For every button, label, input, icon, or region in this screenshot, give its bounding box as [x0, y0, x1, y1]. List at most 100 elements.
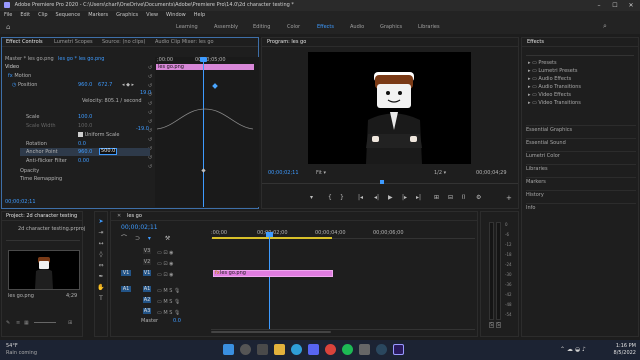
- close-icon[interactable]: ✕: [624, 0, 638, 11]
- timeline-timecode[interactable]: 00;00;02;11: [121, 224, 158, 231]
- opacity-label[interactable]: Opacity: [20, 168, 39, 175]
- panel-history[interactable]: History: [526, 190, 636, 199]
- lock-icon[interactable]: ▭ ⊡ ◉: [157, 270, 173, 281]
- tab-lumetri-scopes[interactable]: Lumetri Scopes: [54, 38, 93, 47]
- antiflicker-value[interactable]: 0.00: [78, 158, 89, 165]
- scale-value[interactable]: 100.0: [78, 114, 92, 121]
- discord-icon[interactable]: [308, 344, 319, 355]
- workspace-color[interactable]: Color: [287, 23, 300, 31]
- zoom-slider[interactable]: [34, 322, 56, 323]
- clock[interactable]: 1:16 PM 8/5/2022: [606, 343, 636, 357]
- resolution-select[interactable]: 1/2 ▾: [434, 170, 446, 177]
- menu-sequence[interactable]: Sequence: [52, 11, 85, 20]
- linked-icon[interactable]: ⊃: [135, 235, 140, 242]
- task-view-icon[interactable]: [257, 344, 268, 355]
- add-button-icon[interactable]: +: [506, 194, 512, 202]
- effects-video-transitions[interactable]: ▸ ▭ Video Transitions: [528, 100, 581, 107]
- steam-icon[interactable]: [376, 344, 387, 355]
- pen-icon[interactable]: ✒: [95, 273, 107, 280]
- program-playhead[interactable]: [380, 180, 384, 184]
- mute-solo-icon[interactable]: ▭ M S 🎙: [157, 297, 180, 308]
- track-a3[interactable]: A3: [143, 308, 151, 314]
- source-a1[interactable]: A1: [121, 286, 131, 292]
- fx-motion[interactable]: fx Motion: [8, 73, 31, 80]
- marker-icon[interactable]: ▾: [310, 194, 313, 201]
- lock-icon[interactable]: ▭ ⊡ ◉: [157, 259, 173, 270]
- menu-view[interactable]: View: [142, 11, 162, 20]
- menu-clip[interactable]: Clip: [34, 11, 51, 20]
- timeline-ruler[interactable]: :00;00 00;00;02;00 00;00;04;00 00;00;06;…: [211, 225, 475, 239]
- scroll-handle[interactable]: [211, 331, 331, 333]
- weather-widget[interactable]: 54°F Rain coming: [6, 343, 37, 357]
- position-y-value[interactable]: 672.7: [98, 82, 112, 89]
- solo-right-button[interactable]: S: [496, 322, 501, 328]
- project-search[interactable]: [6, 235, 80, 241]
- icon-view-icon[interactable]: ▦: [24, 320, 29, 326]
- program-timecode[interactable]: 00;00;02;11: [268, 170, 299, 177]
- step-forward-icon[interactable]: |▸: [402, 194, 407, 201]
- premiere-icon[interactable]: [393, 344, 404, 355]
- tab-effect-controls[interactable]: Effect Controls: [6, 38, 43, 47]
- go-to-out-icon[interactable]: ▸|: [416, 194, 421, 201]
- menu-file[interactable]: File: [0, 11, 16, 20]
- workspace-audio[interactable]: Audio: [350, 23, 364, 31]
- track-v2[interactable]: V2: [143, 259, 151, 265]
- workspace-assembly[interactable]: Assembly: [214, 23, 238, 31]
- workspace-effects[interactable]: Effects: [317, 23, 334, 31]
- hand-icon[interactable]: ✋: [95, 284, 107, 291]
- program-title[interactable]: Program: les go: [267, 38, 306, 47]
- export-frame-icon[interactable]: ⌷: [462, 194, 466, 202]
- menu-help[interactable]: Help: [190, 11, 209, 20]
- anchor-keyframe[interactable]: [201, 168, 206, 173]
- pencil-icon[interactable]: ✎: [6, 320, 10, 326]
- type-icon[interactable]: T: [95, 295, 107, 302]
- timeline-playhead[interactable]: [269, 232, 270, 330]
- slip-icon[interactable]: ⇔: [95, 262, 107, 269]
- track-a2[interactable]: A2: [143, 297, 151, 303]
- razor-icon[interactable]: ◊: [95, 251, 107, 258]
- panel-essential-graphics[interactable]: Essential Graphics: [526, 125, 636, 134]
- track-a1[interactable]: A1: [143, 286, 151, 292]
- anchor-x-value[interactable]: 960.0: [78, 149, 92, 156]
- go-to-in-icon[interactable]: |◂: [358, 194, 363, 201]
- maximize-icon[interactable]: ☐: [608, 0, 622, 11]
- reset-icon[interactable]: ↺: [148, 100, 154, 109]
- lock-icon[interactable]: ▭ ⊡ ◉: [157, 248, 173, 259]
- snap-icon[interactable]: ⌒: [121, 235, 127, 242]
- time-remap-label[interactable]: Time Remapping: [20, 176, 62, 183]
- panel-lumetri-color[interactable]: Lumetri Color: [526, 151, 636, 160]
- timeline-clip[interactable]: fx les go.png: [213, 270, 333, 277]
- master-value[interactable]: 0.0: [173, 318, 181, 324]
- settings-icon[interactable]: ⚙: [476, 194, 481, 201]
- windows-start-icon[interactable]: [223, 344, 234, 355]
- spotify-icon[interactable]: [342, 344, 353, 355]
- reset-icon[interactable]: ↺: [148, 109, 154, 118]
- search-icon[interactable]: ⌕: [603, 22, 607, 31]
- sequence-path[interactable]: les go * les go.png: [58, 56, 104, 63]
- home-icon[interactable]: ⌂: [6, 23, 10, 31]
- effects-search[interactable]: [526, 49, 634, 56]
- playhead-handle[interactable]: [200, 57, 207, 62]
- lift-icon[interactable]: ⊞: [434, 194, 439, 201]
- effects-video-effects[interactable]: ▸ ▭ Video Effects: [528, 92, 571, 99]
- effects-presets[interactable]: ▸ ▭ Presets: [528, 60, 557, 67]
- workspace-libraries[interactable]: Libraries: [418, 23, 440, 31]
- program-scrubber[interactable]: [262, 180, 518, 184]
- anchor-y-input[interactable]: 500.0: [99, 148, 117, 155]
- minimize-icon[interactable]: –: [592, 0, 606, 11]
- panel-info[interactable]: Info: [526, 203, 636, 212]
- effects-panel-title[interactable]: Effects: [527, 38, 544, 47]
- list-view-icon[interactable]: ≡: [16, 320, 20, 326]
- panel-markers[interactable]: Markers: [526, 177, 636, 186]
- mark-out-icon[interactable]: }: [340, 194, 344, 201]
- position-x-value[interactable]: 960.0: [78, 82, 92, 89]
- selection-tool-icon[interactable]: ➤: [95, 218, 107, 225]
- source-v1[interactable]: V1: [121, 270, 131, 276]
- workspace-learning[interactable]: Learning: [176, 23, 198, 31]
- wrench-icon[interactable]: ⚒: [165, 235, 170, 242]
- solo-left-button[interactable]: S: [489, 322, 494, 328]
- search-taskbar-icon[interactable]: [240, 344, 251, 355]
- rotation-value[interactable]: 0.0: [78, 141, 86, 148]
- keyframe-nav[interactable]: ◂ ◆ ▸: [122, 82, 134, 89]
- effects-audio-effects[interactable]: ▸ ▭ Audio Effects: [528, 76, 571, 83]
